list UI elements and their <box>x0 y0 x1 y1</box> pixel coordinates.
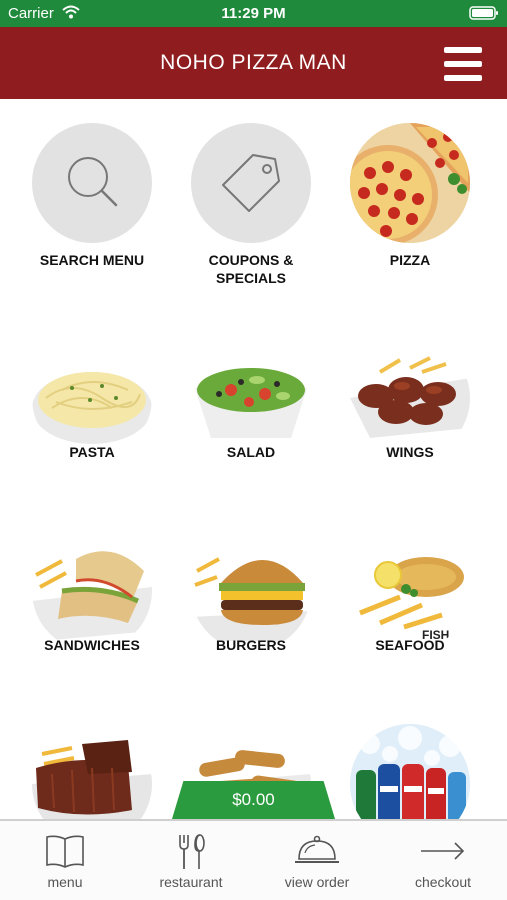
menu-tile-coupons[interactable]: COUPONS & SPECIALS <box>176 99 326 286</box>
status-bar: Carrier 11:29 PM <box>0 0 507 27</box>
tab-view-order[interactable]: view order <box>254 829 380 899</box>
menu-tile-wings[interactable]: WINGS <box>335 314 485 484</box>
price-tag-icon <box>191 123 311 243</box>
tab-menu[interactable]: menu <box>2 829 128 899</box>
tab-menu-label: menu <box>47 874 83 890</box>
menu-tile-seafood[interactable]: FISH SEAFOOD <box>335 507 485 677</box>
cart-total: $0.00 <box>232 790 275 809</box>
hamburger-menu-button[interactable] <box>444 47 482 81</box>
status-time: 11:29 PM <box>221 5 286 22</box>
restaurant-title: NOHO PIZZA MAN <box>160 51 347 74</box>
tab-checkout-label: checkout <box>414 874 472 890</box>
menu-tile-label: WINGS <box>386 444 434 460</box>
pasta-image <box>32 338 152 458</box>
menu-tile-label: SALAD <box>226 444 276 460</box>
menu-tile-pizza[interactable]: PIZZA <box>335 99 485 269</box>
menu-tile-pasta[interactable]: PASTA <box>17 314 167 484</box>
menu-tile-label: BURGERS <box>215 637 286 653</box>
menu-tile-search[interactable]: SEARCH MENU <box>17 99 167 269</box>
ribs-image <box>32 724 152 819</box>
tab-restaurant-label: restaurant <box>159 874 223 890</box>
menu-tile-salad[interactable]: SALAD <box>176 314 326 484</box>
sandwich-image <box>32 531 152 651</box>
arrow-right-icon <box>380 833 506 874</box>
menu-tile-burgers[interactable]: BURGERS <box>176 507 326 677</box>
menu-tile-label: SEARCH MENU <box>39 252 145 268</box>
salad-image <box>191 338 311 458</box>
menu-tile-ribs[interactable] <box>17 700 167 819</box>
cloche-icon <box>254 833 380 874</box>
menu-tile-beverages[interactable] <box>335 700 485 819</box>
tab-restaurant[interactable]: restaurant <box>128 829 254 899</box>
seafood-image: FISH <box>350 531 470 651</box>
menu-tile-label: SEAFOOD <box>375 637 445 653</box>
menu-tile-label: SANDWICHES <box>44 637 140 653</box>
menu-tile-label: PIZZA <box>389 252 431 268</box>
bottom-tab-bar: menu restaurant view order checkout <box>0 819 507 900</box>
burger-image <box>191 531 311 651</box>
tab-view-order-label: view order <box>284 874 350 890</box>
menu-tile-label: COUPONS & SPECIALS <box>208 252 294 286</box>
book-icon <box>2 833 128 874</box>
search-icon <box>32 123 152 243</box>
fork-knife-icon <box>128 833 254 876</box>
menu-grid: SEARCH MENU COUPONS & SPECIALS PIZZA PAS… <box>0 99 507 819</box>
cart-total-button[interactable]: $0.00 <box>172 781 335 819</box>
pizza-image <box>350 123 470 243</box>
menu-tile-sandwiches[interactable]: SANDWICHES <box>17 507 167 677</box>
wings-image <box>350 338 470 458</box>
menu-tile-label: PASTA <box>69 444 115 460</box>
hamburger-menu-icon <box>444 47 482 53</box>
battery-icon <box>469 6 499 25</box>
tab-checkout[interactable]: checkout <box>380 829 506 899</box>
app-header: NOHO PIZZA MAN <box>0 27 507 99</box>
beverages-image <box>350 724 470 819</box>
